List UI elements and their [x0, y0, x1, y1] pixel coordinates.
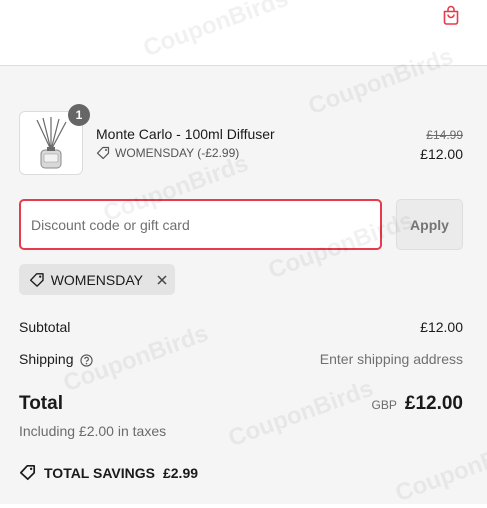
- help-icon: [79, 354, 93, 367]
- currency-code: GBP: [371, 398, 397, 412]
- total-label: Total: [19, 393, 63, 414]
- savings-value: £2.99: [162, 464, 199, 481]
- remove-discount-button[interactable]: [157, 274, 167, 285]
- savings-label: TOTAL SAVINGS: [44, 464, 155, 481]
- shipping-value: Enter shipping address: [319, 351, 463, 367]
- item-price: £12.00: [420, 146, 463, 162]
- tag-icon: [30, 272, 44, 287]
- total-savings: TOTAL SAVINGS £2.99: [19, 464, 198, 481]
- close-icon: [157, 274, 167, 285]
- applied-discount-chip: WOMENSDAY: [19, 264, 175, 295]
- apply-button[interactable]: Apply: [396, 199, 463, 250]
- shopping-bag-icon: [443, 5, 459, 25]
- original-price: £14.99: [426, 128, 463, 142]
- subtotal-label: Subtotal: [19, 319, 71, 335]
- product-discount-label: WOMENSDAY (-£2.99): [115, 146, 240, 160]
- shipping-label: Shipping: [19, 351, 74, 367]
- shipping-help-button[interactable]: [79, 354, 93, 367]
- subtotal-value: £12.00: [420, 319, 463, 335]
- quantity-badge: 1: [68, 104, 90, 126]
- total-value: £12.00: [404, 393, 463, 414]
- diffuser-image: [36, 117, 67, 169]
- tag-icon: [19, 464, 36, 481]
- checkout-header: [0, 0, 487, 66]
- shipping-row: Shipping: [19, 351, 93, 367]
- applied-discount-label: WOMENSDAY: [50, 271, 143, 288]
- taxes-note: Including £2.00 in taxes: [19, 423, 167, 439]
- total-amount: GBP £12.00: [372, 393, 463, 415]
- discount-code-input[interactable]: [19, 199, 382, 250]
- tag-icon: [96, 146, 110, 160]
- product-name: Monte Carlo - 100ml Diffuser: [96, 126, 275, 142]
- product-discount: WOMENSDAY (-£2.99): [96, 146, 239, 160]
- cart-button[interactable]: [440, 3, 462, 27]
